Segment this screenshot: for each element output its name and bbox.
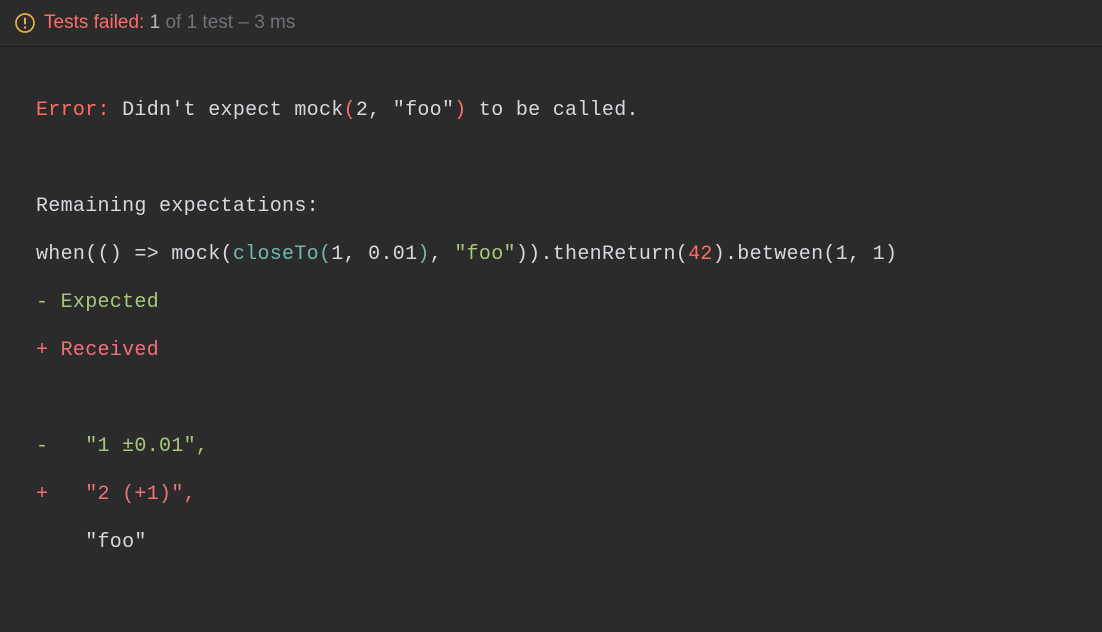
error-label: Error: xyxy=(36,99,110,122)
separator-dash: – xyxy=(233,12,254,33)
paren-close: ) xyxy=(454,99,466,122)
error-text-2: to be called. xyxy=(467,99,639,122)
foo-string: "foo" xyxy=(454,243,516,266)
received-label: + Received xyxy=(36,327,1066,375)
closeTo-open: ( xyxy=(319,243,331,266)
blank-line xyxy=(36,135,1066,183)
error-text-1: Didn't expect mock xyxy=(110,99,344,122)
paren-open: ( xyxy=(344,99,356,122)
between-args: 1, 1 xyxy=(836,243,885,266)
failed-count: 1 xyxy=(150,12,161,33)
test-output-panel: Error: Didn't expect mock(2, "foo") to b… xyxy=(0,47,1102,607)
when-prefix: when(() => mock( xyxy=(36,243,233,266)
tests-total-text: of 1 test xyxy=(160,12,233,33)
diff-removed-line: - "1 ±0.01", xyxy=(36,423,1066,471)
comma: , xyxy=(430,243,455,266)
between-prefix: ).between( xyxy=(713,243,836,266)
diff-unchanged-line: "foo" xyxy=(36,519,1066,567)
diff-added-line: + "2 (+1)", xyxy=(36,471,1066,519)
expected-label: - Expected xyxy=(36,279,1066,327)
closeTo-args: 1, 0.01 xyxy=(331,243,417,266)
error-line: Error: Didn't expect mock(2, "foo") to b… xyxy=(36,87,1066,135)
tests-failed-label: Tests failed: xyxy=(44,12,144,33)
blank-line xyxy=(36,375,1066,423)
remaining-expectations-label: Remaining expectations: xyxy=(36,183,1066,231)
expectation-line: when(() => mock(closeTo(1, 0.01), "foo")… xyxy=(36,231,1066,279)
between-close: ) xyxy=(885,243,897,266)
closeTo-close: ) xyxy=(417,243,429,266)
error-args: 2, "foo" xyxy=(356,99,454,122)
closeTo-fn: closeTo xyxy=(233,243,319,266)
test-result-header: Tests failed: 1 of 1 test – 3 ms xyxy=(0,0,1102,47)
warning-icon xyxy=(14,12,36,34)
then-return-prefix: )).thenReturn( xyxy=(516,243,688,266)
duration-text: 3 ms xyxy=(254,12,295,33)
return-value: 42 xyxy=(688,243,713,266)
